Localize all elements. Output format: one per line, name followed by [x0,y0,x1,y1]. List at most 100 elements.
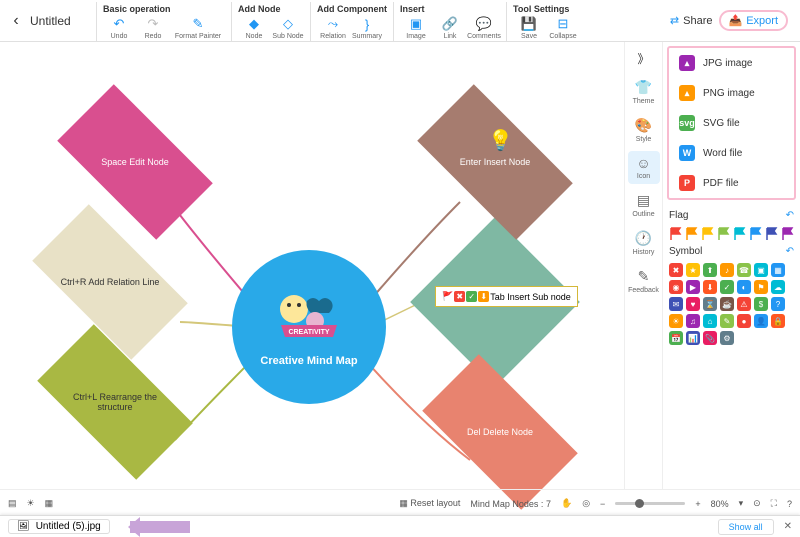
show-all-button[interactable]: Show all [718,519,774,535]
toolbar-collapse[interactable]: ⊟Collapse [547,16,579,41]
symbol-option[interactable]: ▣ [754,263,768,277]
symbol-option[interactable]: ✓ [720,280,734,294]
sub-node[interactable]: 🚩 ✖ ✓ ⬇ Tab Insert Sub node [435,286,578,307]
symbol-option[interactable]: ● [737,314,751,328]
sun-icon[interactable]: ☀ [27,498,35,509]
toolbar-node[interactable]: ◆Node [238,16,270,41]
export-button[interactable]: 📤Export [719,10,789,31]
mindmap-node[interactable]: Ctrl+R Add Relation Line [40,242,180,322]
symbol-option[interactable]: ⚑ [754,280,768,294]
symbol-option[interactable]: ✉ [669,297,683,311]
download-item[interactable]: 🖼 Untitled (5).jpg [8,519,110,534]
symbol-option[interactable]: ⬇ [703,280,717,294]
fullscreen-icon[interactable]: ⛶ [771,498,777,509]
zoom-in-button[interactable]: + [695,499,700,509]
mindmap-canvas[interactable]: Space Edit Node Ctrl+R Add Relation Line C… [0,42,624,489]
zoom-slider[interactable] [615,502,685,505]
hand-icon[interactable]: ✋ [561,498,572,509]
symbol-option[interactable]: ♫ [686,314,700,328]
symbol-option[interactable]: ? [771,297,785,311]
toolbar-sub-node[interactable]: ◇Sub Node [272,16,304,41]
symbol-option[interactable]: ⌂ [703,314,717,328]
toolbar-comments[interactable]: 💬Comments [468,16,500,41]
reset-layout-button[interactable]: ▦ Reset layout [399,498,460,509]
flag-option[interactable] [669,227,682,240]
toolbar-save[interactable]: 💾Save [513,16,545,41]
symbol-option[interactable]: ▶ [686,280,700,294]
symbol-option[interactable]: 📅 [669,331,683,345]
symbol-option[interactable]: $ [754,297,768,311]
flag-option[interactable] [749,227,762,240]
export-jpg-image[interactable]: ▴JPG image [669,48,794,78]
undo-icon[interactable]: ↶ [786,246,794,257]
flag-option[interactable] [701,227,714,240]
center-node[interactable]: CREATIVITY Creative Mind Map [232,250,386,404]
symbol-option[interactable]: 🔒 [771,314,785,328]
symbol-option[interactable]: ☀ [669,314,683,328]
share-button[interactable]: ⇄Share [670,14,713,27]
nav-history[interactable]: 🕐History [628,226,660,260]
symbol-option[interactable]: ⚙ [720,331,734,345]
export-icon: 📤 [729,14,743,27]
export-svg-file[interactable]: svgSVG file [669,108,794,138]
chevron-down-icon[interactable]: ▾ [739,498,744,509]
symbol-option[interactable]: ✎ [720,314,734,328]
toolbar-image[interactable]: ▣Image [400,16,432,41]
symbol-option[interactable]: 📎 [703,331,717,345]
nav-style[interactable]: 🎨Style [628,113,660,147]
symbol-option[interactable]: ⚠ [737,297,751,311]
symbol-option[interactable]: ♪ [720,263,734,277]
symbol-option[interactable]: ☕ [720,297,734,311]
nav-theme[interactable]: 👕Theme [628,75,660,109]
symbol-option[interactable]: ☎ [737,263,751,277]
symbol-option[interactable]: ☁ [771,280,785,294]
symbol-option[interactable]: ✖ [669,263,683,277]
symbol-option[interactable]: ⌛ [703,297,717,311]
focus-icon[interactable]: ⊙ [753,498,761,509]
symbol-option[interactable]: ♥ [686,297,700,311]
nav-icon[interactable]: ☺Icon [628,151,660,184]
document-title[interactable]: Untitled [26,2,96,28]
side-nav: 》 👕Theme 🎨Style ☺Icon ▤Outline 🕐History ✎Feedb… [625,42,663,489]
symbol-option[interactable]: ⬆ [703,263,717,277]
zoom-value: 80% [711,499,729,509]
nav-outline[interactable]: ▤Outline [628,188,660,222]
grid-icon[interactable]: ▦ [45,498,54,509]
symbol-option[interactable]: 📊 [686,331,700,345]
toolbar-undo[interactable]: ↶Undo [103,16,135,41]
undo-icon[interactable]: ↶ [786,210,794,221]
toolbar: ‹ Untitled Basic operation↶Undo↷Redo✎For… [0,0,800,42]
toolbar-format-painter[interactable]: ✎Format Painter [171,16,225,41]
back-button[interactable]: ‹ [6,2,26,40]
flag-option[interactable] [733,227,746,240]
symbol-option[interactable]: ▦ [771,263,785,277]
export-pdf-file[interactable]: PPDF file [669,168,794,198]
nav-feedback[interactable]: ✎Feedback [628,264,660,298]
help-icon[interactable]: ? [787,499,792,509]
zoom-out-button[interactable]: − [600,499,605,509]
export-word-file[interactable]: WWord file [669,138,794,168]
toolbar-summary[interactable]: }Summary [351,16,383,41]
layers-icon[interactable]: ▤ [8,498,17,509]
sub-node-label: Tab Insert Sub node [490,292,571,302]
flag-option[interactable] [685,227,698,240]
close-icon[interactable]: ✕ [784,521,792,532]
export-png-image[interactable]: ▴PNG image [669,78,794,108]
flag-option[interactable] [781,227,794,240]
creativity-illustration: CREATIVITY [269,287,349,347]
flag-option[interactable] [717,227,730,240]
mindmap-node[interactable]: Ctrl+L Rearrange the structure [45,362,185,442]
symbol-option[interactable]: ★ [686,263,700,277]
toolbar-redo[interactable]: ↷Redo [137,16,169,41]
mindmap-node[interactable]: Enter Insert Node [425,122,565,202]
symbol-option[interactable]: 👤 [754,314,768,328]
toolbar-relation[interactable]: ⤳Relation [317,16,349,41]
symbol-option[interactable]: ◐ [737,280,751,294]
mindmap-node[interactable]: Space Edit Node [65,122,205,202]
target-icon[interactable]: ◎ [582,498,590,509]
collapse-sidebar-button[interactable]: 》 [633,46,653,71]
flag-option[interactable] [765,227,778,240]
mindmap-node[interactable]: Del Delete Node [430,392,570,472]
symbol-option[interactable]: ◉ [669,280,683,294]
toolbar-link[interactable]: 🔗Link [434,16,466,41]
